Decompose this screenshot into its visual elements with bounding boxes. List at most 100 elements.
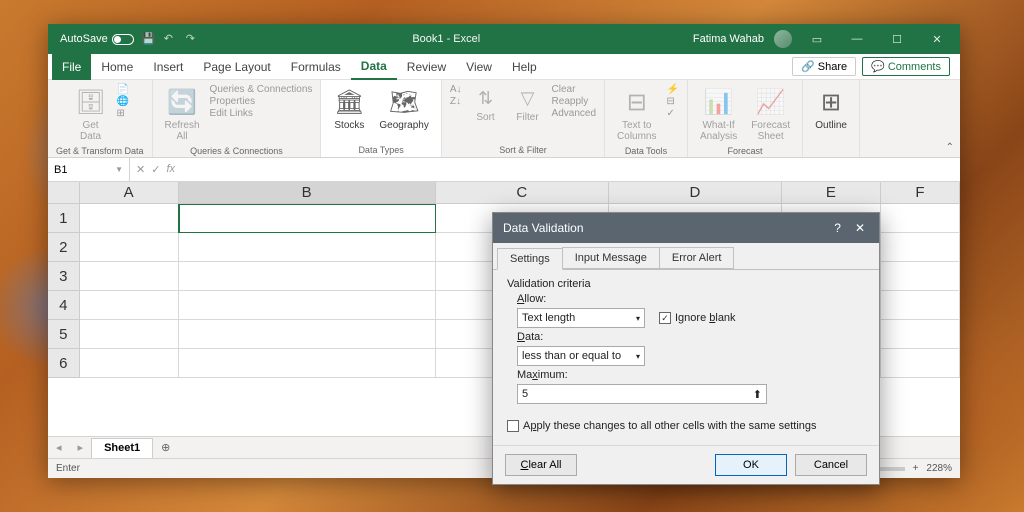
- cell[interactable]: [179, 291, 436, 320]
- comments-button[interactable]: 💬 Comments: [862, 57, 950, 76]
- advanced-button[interactable]: Advanced: [552, 108, 596, 119]
- row-header[interactable]: 1: [48, 204, 80, 233]
- cell[interactable]: [179, 233, 436, 262]
- autosave-toggle[interactable]: AutoSave: [60, 33, 134, 45]
- sort-za-icon[interactable]: Z↓: [450, 96, 462, 107]
- cell[interactable]: [881, 233, 960, 262]
- sheet-nav-next-icon[interactable]: ▸: [70, 441, 92, 454]
- geography-button[interactable]: 🗺Geography: [375, 84, 432, 133]
- close-icon[interactable]: ✕: [922, 24, 952, 54]
- queries-connections-button[interactable]: Queries & Connections: [210, 84, 313, 95]
- cell[interactable]: [881, 204, 960, 233]
- collapse-ribbon-icon[interactable]: ⌃: [946, 142, 954, 153]
- dialog-help-icon[interactable]: ?: [834, 221, 841, 235]
- tab-insert[interactable]: Insert: [143, 54, 193, 80]
- minimize-icon[interactable]: —: [842, 24, 872, 54]
- formula-input[interactable]: [181, 158, 960, 181]
- cell[interactable]: [80, 291, 179, 320]
- flash-fill-icon[interactable]: ⚡: [667, 84, 679, 95]
- tab-home[interactable]: Home: [91, 54, 143, 80]
- tab-view[interactable]: View: [456, 54, 502, 80]
- user-name[interactable]: Fatima Wahab: [693, 33, 764, 45]
- cell[interactable]: [179, 349, 436, 378]
- row-header[interactable]: 6: [48, 349, 80, 378]
- ribbon-display-icon[interactable]: ▭: [802, 24, 832, 54]
- reapply-button[interactable]: Reapply: [552, 96, 596, 107]
- column-header[interactable]: C: [436, 182, 609, 204]
- tab-page-layout[interactable]: Page Layout: [193, 54, 280, 80]
- column-header[interactable]: D: [609, 182, 782, 204]
- refresh-all-button[interactable]: 🔄Refresh All: [161, 84, 204, 144]
- from-web-icon[interactable]: 🌐: [117, 96, 129, 107]
- maximum-input[interactable]: 5⬆: [517, 384, 767, 404]
- cell[interactable]: [881, 291, 960, 320]
- sort-az-icon[interactable]: A↓: [450, 84, 462, 95]
- undo-icon[interactable]: ↶: [164, 32, 178, 46]
- outline-button[interactable]: ⊞Outline: [811, 84, 851, 133]
- row-header[interactable]: 2: [48, 233, 80, 262]
- column-header[interactable]: F: [881, 182, 960, 204]
- stocks-button[interactable]: 🏛Stocks: [329, 84, 369, 133]
- enter-formula-icon[interactable]: ✓: [151, 163, 160, 176]
- range-picker-icon[interactable]: ⬆: [753, 388, 762, 401]
- remove-dup-icon[interactable]: ⊟: [667, 96, 679, 107]
- from-text-icon[interactable]: 📄: [117, 84, 129, 95]
- edit-links-button[interactable]: Edit Links: [210, 108, 313, 119]
- sheet-tab[interactable]: Sheet1: [91, 438, 153, 458]
- tab-help[interactable]: Help: [502, 54, 547, 80]
- select-all-corner[interactable]: [48, 182, 80, 204]
- dialog-tab-settings[interactable]: Settings: [497, 248, 563, 270]
- text-to-columns-button[interactable]: ⊟Text to Columns: [613, 84, 660, 144]
- apply-all-checkbox[interactable]: Apply these changes to all other cells w…: [507, 420, 817, 432]
- clear-button[interactable]: Clear: [552, 84, 596, 95]
- cell[interactable]: [881, 262, 960, 291]
- get-data-button[interactable]: 🗄Get Data: [71, 84, 111, 144]
- avatar[interactable]: [774, 30, 792, 48]
- tab-review[interactable]: Review: [397, 54, 456, 80]
- cell[interactable]: [179, 262, 436, 291]
- ignore-blank-checkbox[interactable]: ✓Ignore blank: [659, 312, 736, 324]
- cell[interactable]: [881, 320, 960, 349]
- add-sheet-icon[interactable]: ⊕: [153, 441, 178, 454]
- row-header[interactable]: 3: [48, 262, 80, 291]
- row-header[interactable]: 5: [48, 320, 80, 349]
- from-table-icon[interactable]: ⊞: [117, 108, 129, 119]
- column-header[interactable]: B: [179, 182, 436, 204]
- cell[interactable]: [80, 204, 179, 233]
- tab-data[interactable]: Data: [351, 54, 397, 80]
- fx-icon[interactable]: fx: [166, 163, 175, 176]
- dialog-tab-error-alert[interactable]: Error Alert: [659, 247, 735, 269]
- column-header[interactable]: E: [782, 182, 881, 204]
- clear-all-button[interactable]: Clear All: [505, 454, 577, 476]
- dialog-close-icon[interactable]: ✕: [851, 221, 869, 235]
- cell[interactable]: [80, 233, 179, 262]
- sheet-nav-prev-icon[interactable]: ◂: [48, 441, 70, 454]
- column-header[interactable]: A: [80, 182, 179, 204]
- zoom-in-icon[interactable]: +: [913, 463, 919, 474]
- filter-button[interactable]: ▽Filter: [510, 84, 546, 125]
- cancel-formula-icon[interactable]: ✕: [136, 163, 145, 176]
- cell[interactable]: [80, 262, 179, 291]
- cancel-button[interactable]: Cancel: [795, 454, 867, 476]
- tab-formulas[interactable]: Formulas: [281, 54, 351, 80]
- cell[interactable]: [179, 320, 436, 349]
- data-validation-icon[interactable]: ✓: [667, 108, 679, 119]
- maximize-icon[interactable]: ☐: [882, 24, 912, 54]
- allow-select[interactable]: Text length▾: [517, 308, 645, 328]
- row-header[interactable]: 4: [48, 291, 80, 320]
- data-select[interactable]: less than or equal to▾: [517, 346, 645, 366]
- cell[interactable]: [80, 320, 179, 349]
- save-icon[interactable]: 💾: [142, 32, 156, 46]
- redo-icon[interactable]: ↷: [186, 32, 200, 46]
- cell[interactable]: [881, 349, 960, 378]
- tab-file[interactable]: File: [52, 54, 91, 80]
- zoom-level[interactable]: 228%: [926, 463, 952, 474]
- forecast-sheet-button[interactable]: 📈Forecast Sheet: [747, 84, 794, 144]
- dialog-titlebar[interactable]: Data Validation ?✕: [493, 213, 879, 243]
- ok-button[interactable]: OK: [715, 454, 787, 476]
- name-box[interactable]: B1▼: [48, 158, 130, 181]
- cell[interactable]: [179, 204, 436, 233]
- dialog-tab-input-message[interactable]: Input Message: [562, 247, 660, 269]
- cell[interactable]: [80, 349, 179, 378]
- properties-button[interactable]: Properties: [210, 96, 313, 107]
